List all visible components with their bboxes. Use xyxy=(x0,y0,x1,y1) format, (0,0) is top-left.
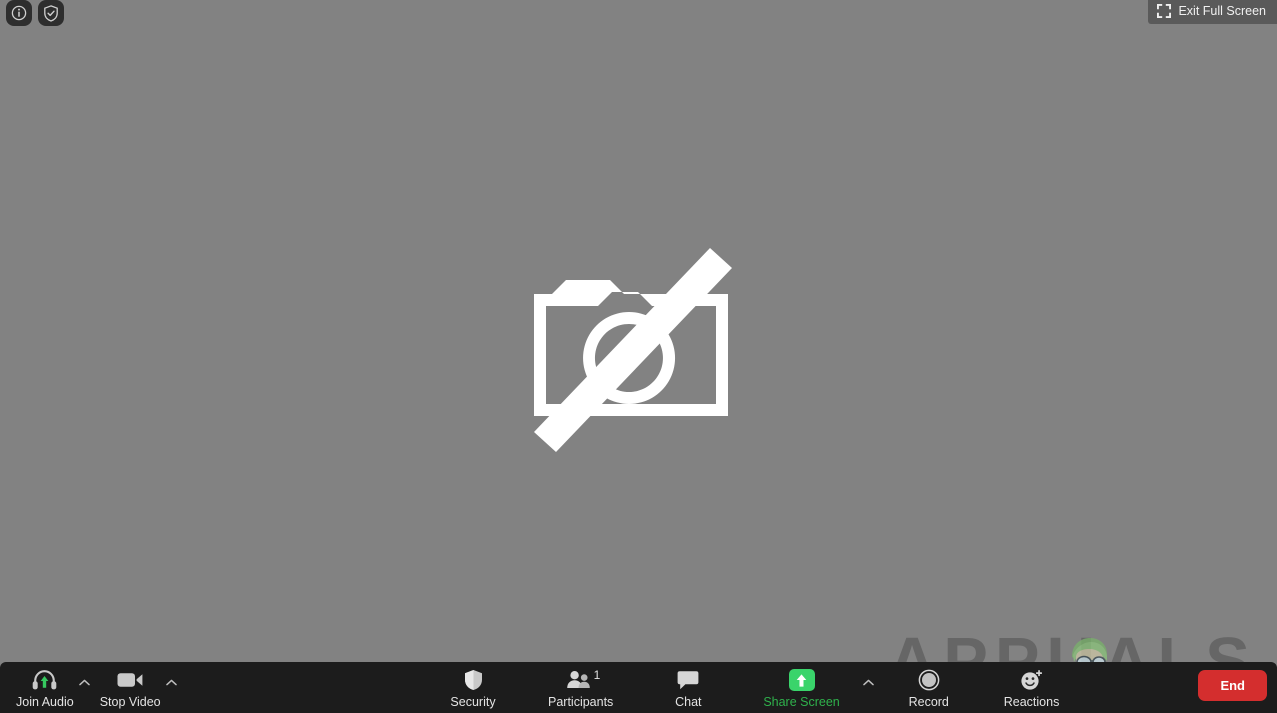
participants-icon: 1 xyxy=(566,668,600,692)
shield-check-icon xyxy=(43,4,59,22)
top-left-controls xyxy=(6,0,64,26)
stop-video-label: Stop Video xyxy=(99,695,161,709)
chat-button[interactable]: Chat xyxy=(655,662,721,709)
share-options-chevron-up-icon[interactable] xyxy=(862,675,876,689)
record-label: Record xyxy=(908,695,949,709)
camera-off-icon xyxy=(534,248,744,453)
record-button[interactable]: Record xyxy=(896,662,962,709)
participants-label: Participants xyxy=(548,695,614,709)
video-options-chevron-up-icon[interactable] xyxy=(165,675,179,689)
zoom-meeting-window: Exit Full Screen APPUALS wsxdn.com xyxy=(0,0,1277,713)
join-audio-label: Join Audio xyxy=(16,695,74,709)
security-button[interactable]: Security xyxy=(440,662,506,709)
info-icon xyxy=(11,5,27,21)
reactions-label: Reactions xyxy=(1003,695,1060,709)
toolbar-left-group: Join Audio Stop Video xyxy=(10,662,181,713)
encryption-status-button[interactable] xyxy=(38,0,64,26)
toolbar-center-group: Security 1 Participants Chat Share Scree… xyxy=(440,662,1083,713)
participants-button[interactable]: 1 Participants xyxy=(542,662,619,709)
camera-icon xyxy=(117,668,143,692)
join-audio-button[interactable]: Join Audio xyxy=(10,662,80,709)
stop-video-button[interactable]: Stop Video xyxy=(94,662,167,709)
audio-options-chevron-up-icon[interactable] xyxy=(78,675,92,689)
exit-full-screen-label: Exit Full Screen xyxy=(1178,4,1266,19)
smiley-plus-icon xyxy=(1020,668,1044,692)
share-screen-label: Share Screen xyxy=(763,695,840,709)
chat-label: Chat xyxy=(675,695,702,709)
toolbar-right-group: End xyxy=(1198,670,1267,701)
headset-arrow-up-icon xyxy=(32,668,57,692)
participants-count-badge: 1 xyxy=(593,668,601,682)
compress-icon xyxy=(1157,3,1172,21)
chat-bubble-icon xyxy=(677,668,699,692)
shield-icon xyxy=(464,668,483,692)
share-screen-button[interactable]: Share Screen xyxy=(757,662,845,709)
reactions-button[interactable]: Reactions xyxy=(998,662,1066,709)
end-meeting-button[interactable]: End xyxy=(1198,670,1267,701)
video-stage xyxy=(0,0,1277,713)
meeting-information-button[interactable] xyxy=(6,0,32,26)
exit-full-screen-button[interactable]: Exit Full Screen xyxy=(1148,0,1277,24)
share-screen-arrow-up-icon xyxy=(788,668,815,692)
record-circle-icon xyxy=(918,668,940,692)
meeting-toolbar: Join Audio Stop Video Security 1 Partici… xyxy=(0,662,1277,713)
security-label: Security xyxy=(450,695,496,709)
